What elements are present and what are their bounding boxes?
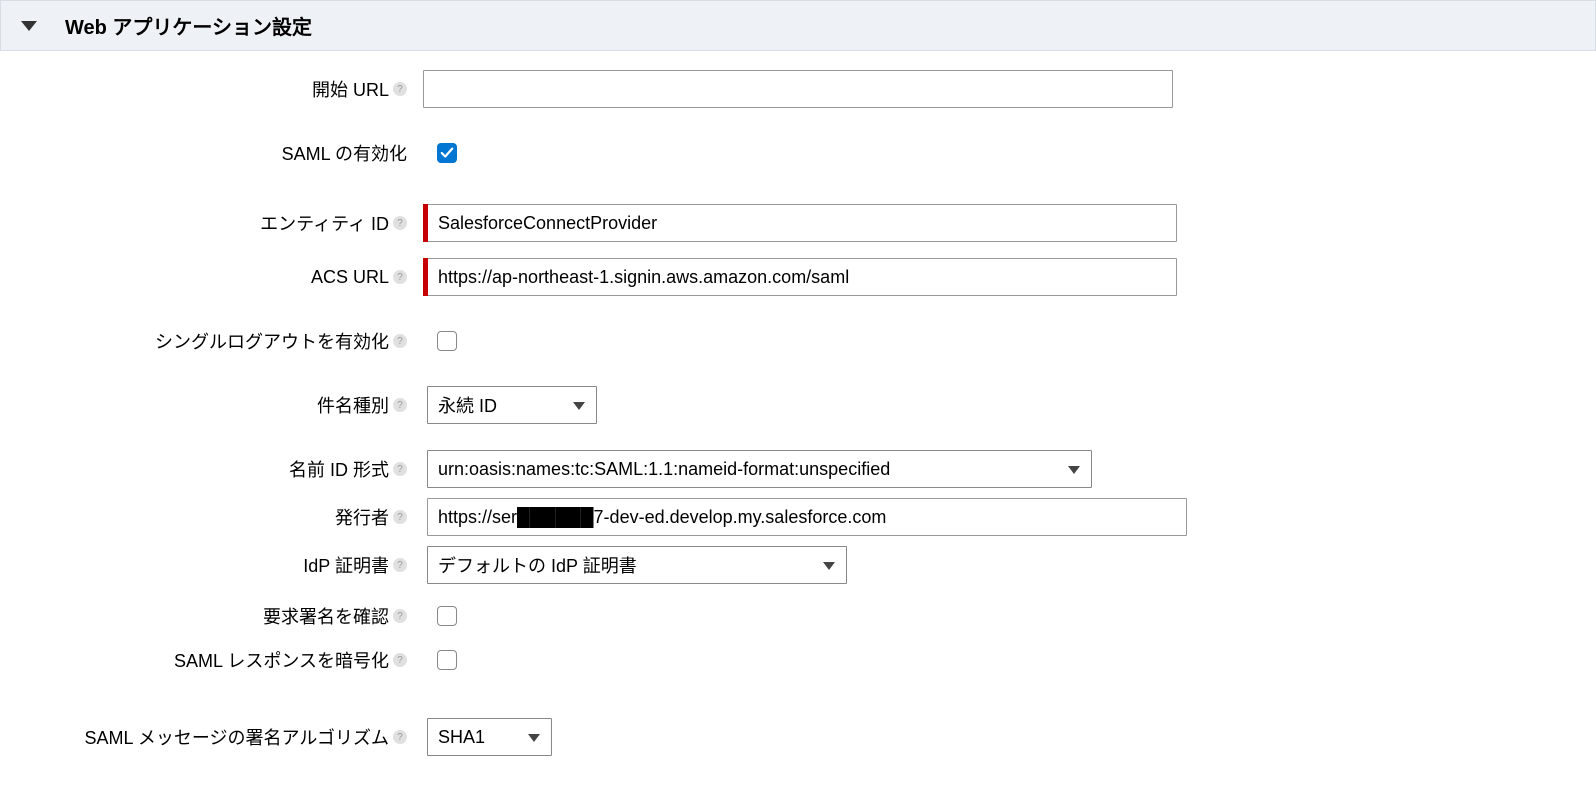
label-enable-slo: シングルログアウトを有効化 <box>155 328 389 354</box>
collapse-section-icon[interactable] <box>21 21 37 31</box>
row-nameid-format: 名前 ID 形式 ? urn:oasis:names:tc:SAML:1.1:n… <box>0 449 1596 489</box>
idp-cert-select[interactable]: デフォルトの IdP 証明書 <box>427 546 847 584</box>
required-indicator <box>423 204 428 242</box>
help-icon[interactable]: ? <box>393 334 407 348</box>
label-enable-saml: SAML の有効化 <box>282 140 407 166</box>
entity-id-input[interactable] <box>427 204 1177 242</box>
label-verify-request-sig: 要求署名を確認 <box>263 603 389 629</box>
help-icon[interactable]: ? <box>393 82 407 96</box>
help-icon[interactable]: ? <box>393 653 407 667</box>
label-start-url: 開始 URL <box>312 76 389 102</box>
row-verify-request-sig: 要求署名を確認 ? <box>0 599 1596 633</box>
help-icon[interactable]: ? <box>393 270 407 284</box>
acs-url-input[interactable] <box>427 258 1177 296</box>
label-entity-id: エンティティ ID <box>260 210 389 236</box>
encrypt-saml-response-checkbox[interactable] <box>437 650 457 670</box>
row-subject-type: 件名種別 ? 永続 ID <box>0 385 1596 425</box>
help-icon[interactable]: ? <box>393 216 407 230</box>
subject-type-select[interactable]: 永続 ID <box>427 386 597 424</box>
section-header[interactable]: Web アプリケーション設定 <box>0 0 1596 51</box>
enable-slo-checkbox[interactable] <box>437 331 457 351</box>
row-start-url: 開始 URL ? <box>0 69 1596 109</box>
issuer-input[interactable] <box>427 498 1187 536</box>
label-nameid-format: 名前 ID 形式 <box>289 456 389 482</box>
signing-algo-select[interactable]: SHA1 <box>427 718 552 756</box>
label-encrypt-saml-response: SAML レスポンスを暗号化 <box>174 647 389 673</box>
nameid-format-value: urn:oasis:names:tc:SAML:1.1:nameid-forma… <box>427 450 1092 488</box>
row-enable-saml: SAML の有効化 <box>0 133 1596 173</box>
signing-algo-value: SHA1 <box>427 718 552 756</box>
nameid-format-select[interactable]: urn:oasis:names:tc:SAML:1.1:nameid-forma… <box>427 450 1092 488</box>
section-title: Web アプリケーション設定 <box>65 11 312 40</box>
form-body: 開始 URL ? SAML の有効化 エンティティ ID ? ACS U <box>0 51 1596 795</box>
help-icon[interactable]: ? <box>393 558 407 572</box>
row-encrypt-saml-response: SAML レスポンスを暗号化 ? <box>0 643 1596 677</box>
check-icon <box>440 146 454 160</box>
label-subject-type: 件名種別 <box>317 392 389 418</box>
row-enable-slo: シングルログアウトを有効化 ? <box>0 321 1596 361</box>
required-indicator <box>423 258 428 296</box>
help-icon[interactable]: ? <box>393 730 407 744</box>
subject-type-value: 永続 ID <box>427 386 597 424</box>
label-acs-url: ACS URL <box>311 267 389 288</box>
row-acs-url: ACS URL ? <box>0 257 1596 297</box>
help-icon[interactable]: ? <box>393 609 407 623</box>
start-url-input[interactable] <box>423 70 1173 108</box>
help-icon[interactable]: ? <box>393 462 407 476</box>
help-icon[interactable]: ? <box>393 510 407 524</box>
row-idp-cert: IdP 証明書 ? デフォルトの IdP 証明書 <box>0 545 1596 585</box>
label-issuer: 発行者 <box>335 504 389 530</box>
idp-cert-value: デフォルトの IdP 証明書 <box>427 546 847 584</box>
row-issuer: 発行者 ? <box>0 497 1596 537</box>
label-idp-cert: IdP 証明書 <box>303 552 389 578</box>
label-signing-algo: SAML メッセージの署名アルゴリズム <box>85 724 389 750</box>
help-icon[interactable]: ? <box>393 398 407 412</box>
enable-saml-checkbox[interactable] <box>437 143 457 163</box>
row-signing-algo: SAML メッセージの署名アルゴリズム ? SHA1 <box>0 717 1596 757</box>
row-entity-id: エンティティ ID ? <box>0 203 1596 243</box>
verify-request-sig-checkbox[interactable] <box>437 606 457 626</box>
